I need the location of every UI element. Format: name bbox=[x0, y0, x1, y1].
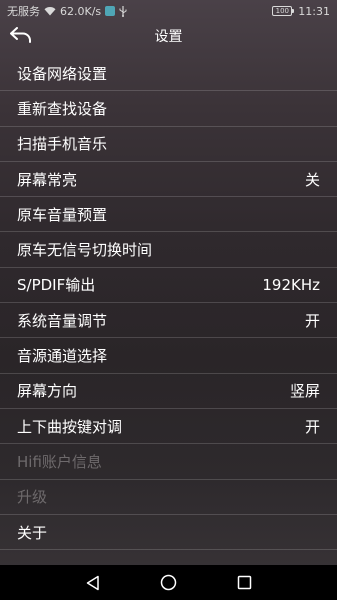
navigation-bar bbox=[0, 565, 337, 600]
menu-item-label: 关于 bbox=[17, 523, 48, 542]
status-bar-right: 100 11:31 bbox=[272, 5, 330, 18]
back-triangle-icon bbox=[85, 575, 101, 591]
wifi-icon bbox=[44, 6, 56, 16]
home-circle-icon bbox=[160, 574, 177, 591]
menu-item-oem-volume-preset[interactable]: 原车音量预置 bbox=[0, 197, 337, 233]
menu-item-value: 开 bbox=[304, 311, 320, 330]
menu-item-hifi-account: Hifi账户信息 bbox=[0, 444, 337, 480]
clock: 11:31 bbox=[298, 4, 330, 18]
menu-item-value: 开 bbox=[304, 417, 320, 436]
menu-item-label: 扫描手机音乐 bbox=[17, 135, 108, 154]
carrier-text: 无服务 bbox=[7, 5, 40, 18]
menu-item-system-volume[interactable]: 系统音量调节 开 bbox=[0, 303, 337, 339]
usb-icon bbox=[119, 5, 127, 17]
menu-item-screen-orientation[interactable]: 屏幕方向 竖屏 bbox=[0, 374, 337, 409]
menu-item-label: 设备网络设置 bbox=[17, 64, 108, 83]
menu-item-label: 上下曲按键对调 bbox=[17, 417, 123, 436]
nav-home-button[interactable] bbox=[151, 568, 185, 598]
menu-item-source-channel[interactable]: 音源通道选择 bbox=[0, 338, 337, 374]
menu-item-label: 屏幕方向 bbox=[17, 382, 78, 401]
menu-item-scan-phone-music[interactable]: 扫描手机音乐 bbox=[0, 127, 337, 162]
menu-item-label: 系统音量调节 bbox=[17, 311, 108, 330]
battery-level: 100 bbox=[272, 6, 293, 16]
menu-item-screen-always-on[interactable]: 屏幕常亮 关 bbox=[0, 162, 337, 198]
menu-item-value: 关 bbox=[304, 170, 320, 189]
menu-item-label: 屏幕常亮 bbox=[17, 170, 78, 189]
menu-item-label: 音源通道选择 bbox=[17, 347, 108, 366]
menu-item-label: 原车无信号切换时间 bbox=[17, 241, 153, 260]
header: 设置 bbox=[0, 22, 337, 52]
menu-item-about[interactable]: 关于 bbox=[0, 515, 337, 551]
menu-item-label: S/PDIF输出 bbox=[17, 276, 96, 295]
menu-item-rescan-device[interactable]: 重新查找设备 bbox=[0, 91, 337, 127]
menu-item-network-settings[interactable]: 设备网络设置 bbox=[0, 56, 337, 92]
menu-item-label: 重新查找设备 bbox=[17, 99, 108, 118]
app-badge-icon bbox=[105, 6, 116, 16]
menu-item-value: 192KHz bbox=[262, 275, 320, 294]
nav-back-button[interactable] bbox=[76, 568, 110, 598]
page-title: 设置 bbox=[154, 29, 183, 45]
menu-item-label: 升级 bbox=[17, 488, 48, 507]
menu-item-label: Hifi账户信息 bbox=[17, 452, 102, 471]
menu-item-swap-track-keys[interactable]: 上下曲按键对调 开 bbox=[0, 409, 337, 445]
menu-item-label: 原车音量预置 bbox=[17, 205, 108, 224]
menu-item-upgrade: 升级 bbox=[0, 480, 337, 515]
network-speed: 62.0K/s bbox=[60, 4, 102, 18]
nav-recents-button[interactable] bbox=[227, 568, 261, 598]
battery-icon: 100 bbox=[272, 6, 295, 16]
menu-item-no-signal-switch-time[interactable]: 原车无信号切换时间 bbox=[0, 232, 337, 268]
recents-square-icon bbox=[237, 575, 252, 590]
status-bar-left: 无服务 62.0K/s bbox=[7, 3, 127, 19]
status-bar: 无服务 62.0K/s 100 11:31 bbox=[0, 0, 337, 22]
menu-item-spdif-output[interactable]: S/PDIF输出 192KHz bbox=[0, 268, 337, 304]
settings-list: 设备网络设置 重新查找设备 扫描手机音乐 屏幕常亮 关 原车音量预置 原车无信号… bbox=[0, 56, 337, 551]
menu-item-value: 竖屏 bbox=[289, 382, 320, 401]
